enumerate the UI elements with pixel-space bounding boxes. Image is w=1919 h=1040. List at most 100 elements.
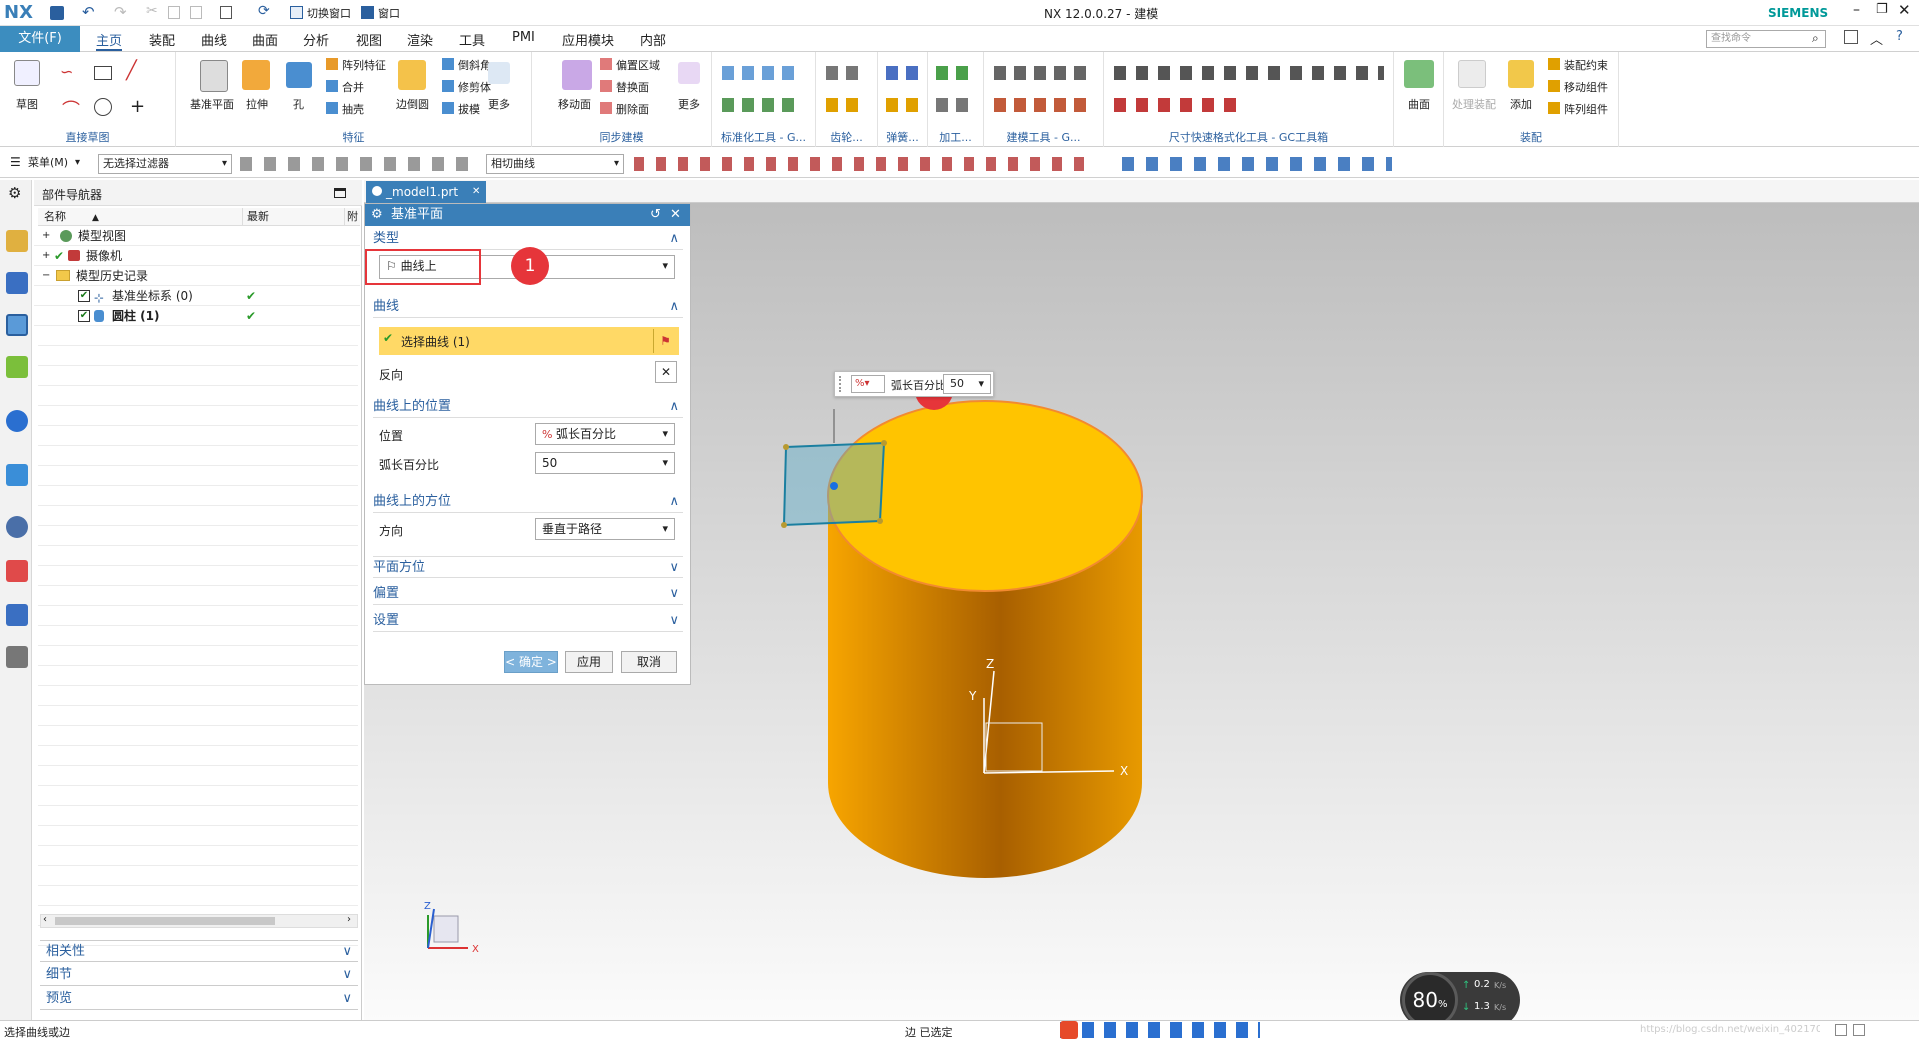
standard-tool-icon[interactable] xyxy=(722,98,802,112)
reset-icon[interactable]: ↺ xyxy=(650,204,661,226)
arc-percent-icon[interactable]: %▾ xyxy=(851,375,885,393)
move-component-label[interactable]: 移动组件 xyxy=(1564,79,1608,95)
pattern-feature-label[interactable]: 阵列特征 xyxy=(342,57,386,73)
collapse-icon[interactable]: − xyxy=(42,266,50,286)
tab-home[interactable]: 主页 xyxy=(96,30,123,51)
window-menu-button[interactable]: 窗口 xyxy=(378,5,400,21)
edge-blend-icon[interactable] xyxy=(398,60,426,90)
tab-pmi[interactable]: PMI xyxy=(512,30,535,45)
modeling-tool-icon[interactable] xyxy=(994,98,1090,112)
sketch-button-label[interactable]: 草图 xyxy=(16,96,38,112)
tab-render[interactable]: 渲染 xyxy=(407,30,433,49)
cancel-button[interactable]: 取消 xyxy=(621,651,677,673)
column-header-extra[interactable]: 附 xyxy=(344,208,360,226)
undo-icon[interactable]: ↶ xyxy=(82,3,95,21)
spring-tool-icon[interactable] xyxy=(886,98,918,112)
checkbox-icon[interactable]: ✔ xyxy=(78,310,90,322)
spring-tool-icon[interactable] xyxy=(886,66,918,80)
chamfer-icon[interactable] xyxy=(442,58,454,70)
restore-button[interactable]: ❐ xyxy=(1876,2,1888,17)
more-sync-label[interactable]: 更多 xyxy=(678,96,700,112)
scroll-left-icon[interactable]: ‹ xyxy=(43,914,47,925)
expand-icon[interactable]: + xyxy=(42,226,50,246)
process-assembly-label[interactable]: 处理装配 xyxy=(1452,96,1496,112)
tab-surface[interactable]: 曲面 xyxy=(252,30,278,49)
more-icon[interactable] xyxy=(488,62,510,84)
tree-row-model-views[interactable]: + 模型视图 xyxy=(34,226,360,246)
gear-tool-icon[interactable] xyxy=(826,98,866,112)
assembly-navigator-icon[interactable] xyxy=(6,230,28,252)
edge-blend-label[interactable]: 边倒圆 xyxy=(396,96,429,112)
tab-model1[interactable]: _model1.prt ✕ xyxy=(366,181,486,203)
part-navigator-icon[interactable] xyxy=(6,314,28,336)
modeling-tool-icon[interactable] xyxy=(994,66,1090,80)
status-icon[interactable] xyxy=(1853,1024,1865,1036)
surface-icon[interactable] xyxy=(1404,60,1434,88)
switch-window-button[interactable]: 切换窗口 xyxy=(307,5,351,21)
point-icon[interactable]: + xyxy=(130,96,145,117)
tree-row-cylinder[interactable]: ✔ 圆柱 (1) ✔ xyxy=(34,306,360,326)
window-menu-icon[interactable] xyxy=(361,6,374,19)
shell-label[interactable]: 抽壳 xyxy=(342,101,364,117)
section-plane-orientation[interactable]: 平面方位 ∨ xyxy=(373,556,683,578)
tree-row-datum-csys[interactable]: ✔ ⊹ 基准坐标系 (0) ✔ xyxy=(34,286,360,306)
settings-icon[interactable]: ⚙ xyxy=(8,184,21,202)
snap-tools-strip[interactable] xyxy=(634,157,1094,171)
tab-assembly[interactable]: 装配 xyxy=(149,30,175,49)
position-select[interactable]: % 弧长百分比 xyxy=(535,423,675,445)
section-orientation-on-curve[interactable]: 曲线上的方位 ∧ xyxy=(373,491,683,513)
dimension-tool-icon[interactable] xyxy=(1114,66,1384,80)
close-tab-icon[interactable]: ✕ xyxy=(472,181,480,203)
search-icon[interactable]: ⌕ xyxy=(1812,31,1819,46)
web-browser-icon[interactable] xyxy=(6,464,28,486)
expand-icon[interactable]: + xyxy=(42,246,50,266)
tree-row-camera[interactable]: + ✔ 摄像机 xyxy=(34,246,360,266)
ime-toolbar[interactable] xyxy=(1060,1022,1260,1038)
line-icon[interactable]: ╱ xyxy=(126,60,137,81)
delete-face-label[interactable]: 删除面 xyxy=(616,101,649,117)
section-curve[interactable]: 曲线 ∧ xyxy=(373,296,683,318)
offset-region-icon[interactable] xyxy=(600,58,612,70)
hd3d-tools-icon[interactable] xyxy=(6,410,28,432)
ime-logo-icon[interactable] xyxy=(1060,1021,1078,1039)
curve-rule-select[interactable]: 相切曲线 xyxy=(486,154,624,174)
draft-icon[interactable] xyxy=(442,102,454,114)
constraint-navigator-icon[interactable] xyxy=(6,272,28,294)
reverse-direction-button[interactable]: ✕ xyxy=(655,361,677,383)
select-curve-row[interactable]: ✔ 选择曲线 (1) ⚑ xyxy=(379,327,679,355)
scroll-thumb[interactable] xyxy=(55,917,275,925)
copy-icon[interactable] xyxy=(168,6,180,19)
pattern-component-label[interactable]: 阵列组件 xyxy=(1564,101,1608,117)
hole-label[interactable]: 孔 xyxy=(293,96,304,112)
collapse-ribbon-icon[interactable]: ︿ xyxy=(1870,29,1883,48)
replace-face-label[interactable]: 替换面 xyxy=(616,79,649,95)
switch-window-icon[interactable] xyxy=(290,6,303,19)
drag-grip-icon[interactable] xyxy=(839,376,843,392)
chamfer-label[interactable]: 倒斜角 xyxy=(458,57,491,73)
more-label[interactable]: 更多 xyxy=(488,96,510,112)
extrude-icon[interactable] xyxy=(242,60,270,90)
reuse-library-icon[interactable] xyxy=(6,356,28,378)
trim-body-icon[interactable] xyxy=(442,80,454,92)
close-dialog-icon[interactable]: ✕ xyxy=(670,204,681,226)
datum-plane-label[interactable]: 基准平面 xyxy=(190,96,234,112)
minimize-button[interactable]: – xyxy=(1853,2,1860,18)
process-assembly-icon[interactable] xyxy=(1458,60,1486,88)
pattern-component-icon[interactable] xyxy=(1548,102,1560,114)
roles-icon[interactable] xyxy=(6,604,28,626)
sketch-icon[interactable] xyxy=(14,60,40,86)
command-search-input[interactable]: 查找命令 xyxy=(1706,30,1826,48)
maximize-panel-icon[interactable] xyxy=(334,188,346,198)
spline-icon[interactable]: ∽ xyxy=(60,62,73,81)
trim-body-label[interactable]: 修剪体 xyxy=(458,79,491,95)
popup-value-input[interactable]: 50 xyxy=(943,374,991,394)
close-window-button[interactable]: ✕ xyxy=(1898,1,1911,19)
offset-region-label[interactable]: 偏置区域 xyxy=(616,57,660,73)
scroll-right-icon[interactable]: › xyxy=(347,914,351,925)
add-component-icon[interactable] xyxy=(1508,60,1534,88)
machining-tool-icon[interactable] xyxy=(936,98,972,112)
visual-palette-icon[interactable] xyxy=(6,560,28,582)
draft-label[interactable]: 拔模 xyxy=(458,101,480,117)
surface-label[interactable]: 曲面 xyxy=(1408,96,1430,112)
curve-select-icon[interactable]: ⚑ xyxy=(653,329,677,353)
